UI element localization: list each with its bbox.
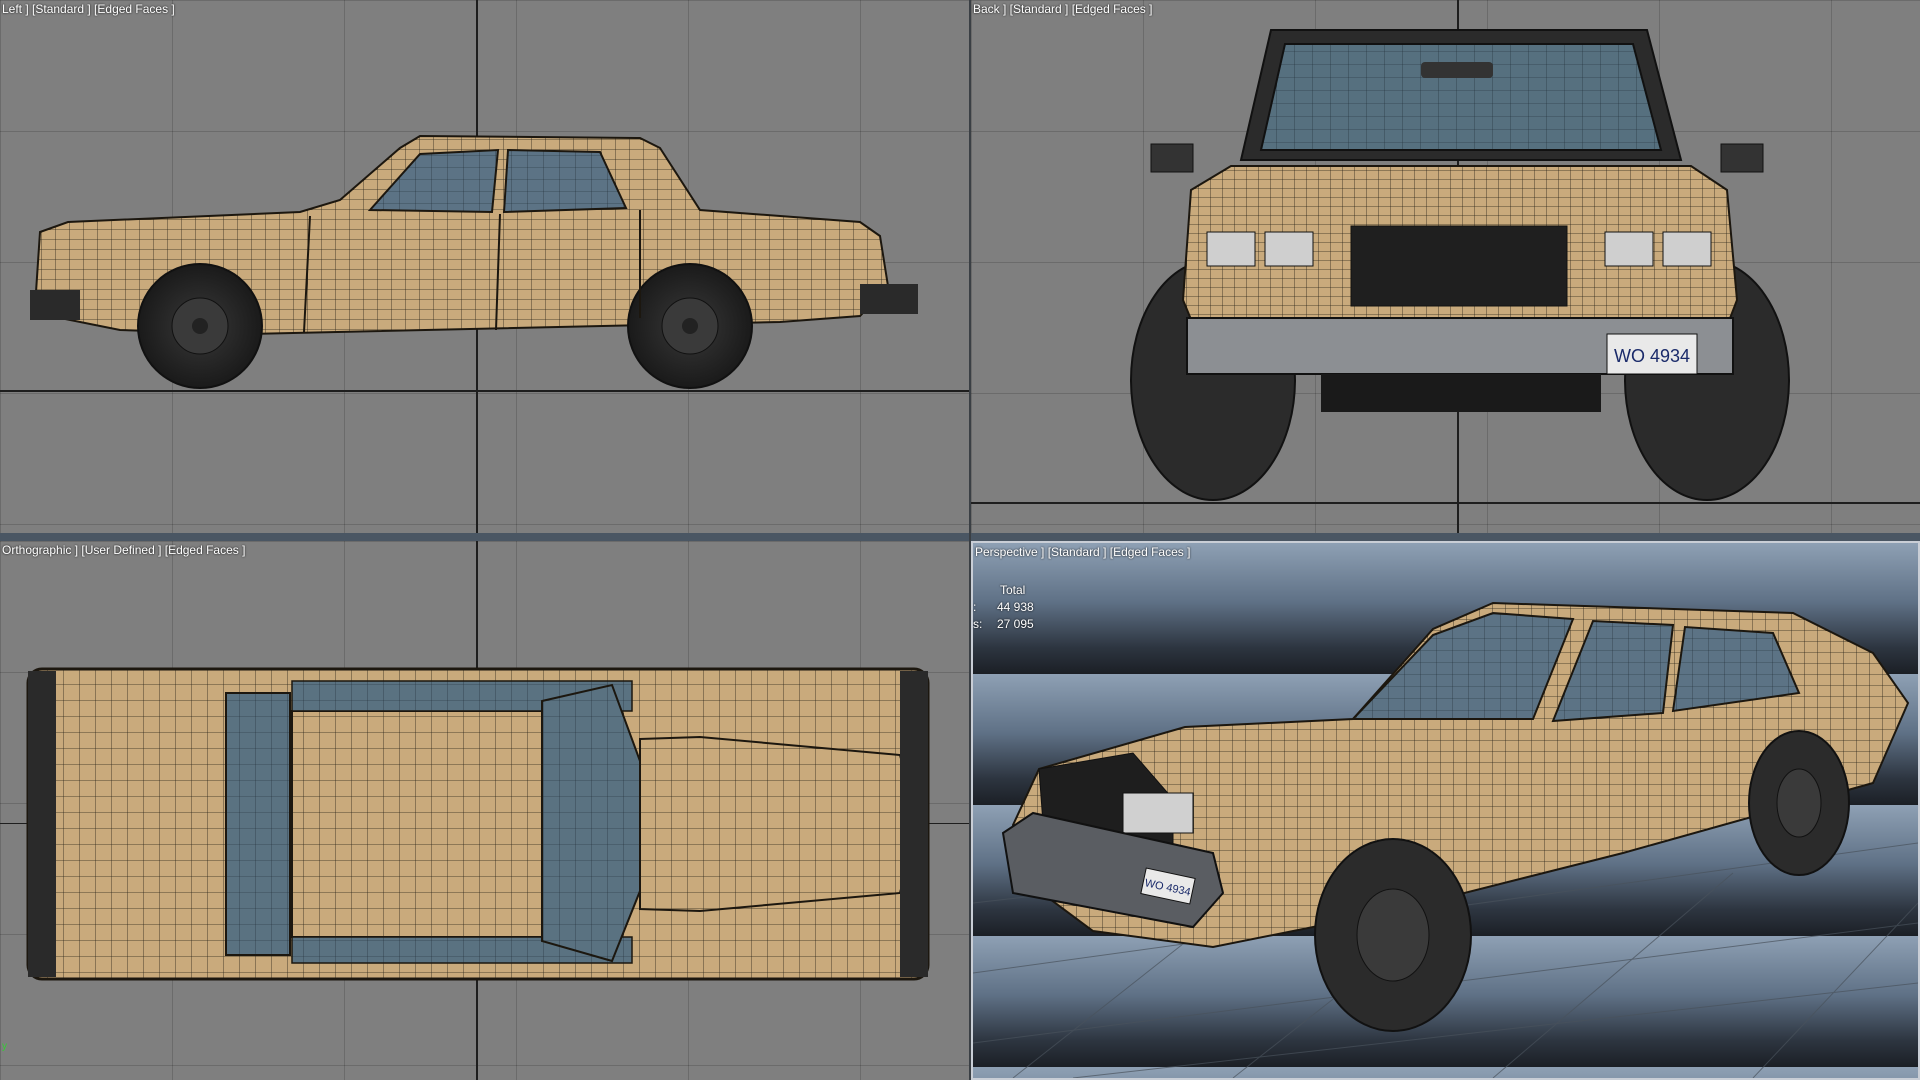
- car-perspective-model: WO 4934: [973, 601, 1918, 1078]
- front-bumper: [30, 290, 80, 320]
- grille: [1350, 225, 1568, 307]
- headlight: [1122, 792, 1194, 834]
- mirror: [1421, 62, 1493, 78]
- windshield-top: [541, 683, 641, 963]
- stats-verts-label: s:: [973, 617, 983, 631]
- light-4: [1662, 231, 1712, 267]
- rear-glass-top: [225, 692, 291, 956]
- front-bumper-top: [900, 671, 928, 977]
- rear-bumper-top: [28, 671, 56, 977]
- viewport-divider-vertical[interactable]: [969, 0, 971, 1080]
- stats-polys-value: 44 938: [997, 600, 1034, 614]
- windshield-persp: [1350, 611, 1575, 720]
- stats-verts-value: 27 095: [997, 617, 1034, 631]
- rear-bumper: [860, 284, 918, 314]
- viewport-label-back[interactable]: Back ] [Standard ] [Edged Faces ]: [973, 2, 1152, 16]
- viewport-top[interactable]: Orthographic ] [User Defined ] [Edged Fa…: [0, 541, 969, 1080]
- light-1: [1206, 231, 1256, 267]
- viewport-label-top[interactable]: Orthographic ] [User Defined ] [Edged Fa…: [2, 543, 245, 557]
- viewport-perspective[interactable]: WO 4934 Perspective ] [Standard ] [Edged…: [971, 541, 1920, 1080]
- car-rear-model: WO 4934: [1130, 29, 1790, 501]
- front-wheel-persp: [1314, 838, 1472, 1032]
- light-3: [1604, 231, 1654, 267]
- car-top-model: [26, 667, 930, 981]
- light-2: [1264, 231, 1314, 267]
- viewport-grid: Left ] [Standard ] [Edged Faces ] WO 493…: [0, 0, 1920, 1080]
- rear-wheel-persp: [1748, 730, 1850, 876]
- rear-glass: [1259, 43, 1663, 151]
- rear-wheel: [627, 263, 753, 389]
- plate-text: WO 4934: [1614, 346, 1690, 366]
- hood: [639, 735, 920, 913]
- stats-polys-label: :: [973, 600, 977, 614]
- stats-header: Total: [1000, 583, 1026, 597]
- viewport-label-left[interactable]: Left ] [Standard ] [Edged Faces ]: [2, 2, 175, 16]
- lower-panel: [1321, 374, 1601, 412]
- front-wheel: [137, 263, 263, 389]
- viewport-back[interactable]: WO 4934 Back ] [Standard ] [Edged Faces …: [971, 0, 1920, 533]
- viewport-left[interactable]: Left ] [Standard ] [Edged Faces ]: [0, 0, 969, 533]
- stats-panel: Total : 44 938 s: 27 095: [973, 583, 1070, 634]
- viewport-divider-horizontal[interactable]: [0, 533, 1920, 541]
- viewport-label-perspective[interactable]: Perspective ] [Standard ] [Edged Faces ]: [975, 545, 1190, 559]
- roof: [291, 710, 543, 938]
- side-mirror-right: [1720, 143, 1764, 173]
- side-mirror-left: [1150, 143, 1194, 173]
- car-side-model: [30, 134, 918, 389]
- axis-gizmo: y: [2, 1041, 7, 1052]
